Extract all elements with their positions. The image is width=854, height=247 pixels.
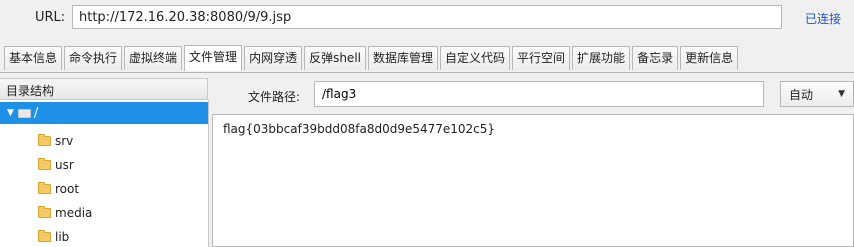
drive-icon	[17, 108, 31, 118]
tab-command-exec[interactable]: 命令执行	[64, 46, 123, 70]
tab-reverse-shell[interactable]: 反弹shell	[304, 46, 366, 70]
url-bar: URL: 已连接	[0, 0, 854, 38]
tree-header: 目录结构	[0, 78, 208, 100]
tab-intranet-tunnel[interactable]: 内网穿透	[244, 46, 303, 70]
folder-icon	[38, 182, 51, 194]
folder-icon	[38, 230, 51, 242]
tree-root-item[interactable]: ▼ /	[0, 102, 208, 124]
tab-parallel-space[interactable]: 平行空间	[512, 46, 571, 70]
tree-item-media[interactable]: media	[38, 204, 92, 222]
folder-icon	[38, 206, 51, 218]
file-path-input[interactable]	[314, 81, 764, 107]
directory-tree: ▼ / srv usr root media lib	[0, 100, 209, 247]
tree-item-usr[interactable]: usr	[38, 156, 74, 174]
tree-item-srv[interactable]: srv	[38, 132, 73, 150]
tree-item-label: usr	[55, 158, 74, 172]
tree-item-lib[interactable]: lib	[38, 228, 69, 246]
tab-file-manager[interactable]: 文件管理	[184, 45, 243, 71]
tab-basic-info[interactable]: 基本信息	[4, 46, 63, 70]
connection-status: 已连接	[805, 12, 842, 26]
tree-item-label: media	[55, 206, 93, 220]
url-input[interactable]	[72, 5, 782, 29]
encoding-selected-value: 自动	[789, 87, 814, 102]
tree-root-label: /	[33, 105, 39, 121]
tab-update-info[interactable]: 更新信息	[680, 46, 739, 70]
tab-database-manager[interactable]: 数据库管理	[368, 46, 439, 70]
folder-icon	[38, 134, 51, 146]
tab-memo[interactable]: 备忘录	[632, 46, 679, 70]
expand-triangle-icon[interactable]: ▼	[7, 108, 14, 118]
tree-item-label: root	[55, 182, 80, 196]
tab-virtual-terminal[interactable]: 虚拟终端	[124, 46, 183, 70]
tab-bar: 基本信息 命令执行 虚拟终端 文件管理 内网穿透 反弹shell 数据库管理 自…	[0, 44, 854, 73]
file-path-label: 文件路径:	[248, 90, 301, 104]
chevron-down-icon: ▼	[838, 89, 845, 99]
encoding-select[interactable]: 自动 ▼	[780, 81, 854, 107]
url-label: URL:	[35, 10, 66, 25]
tree-item-label: lib	[55, 230, 70, 244]
folder-icon	[38, 158, 51, 170]
tab-extensions[interactable]: 扩展功能	[572, 46, 631, 70]
tree-item-label: srv	[55, 134, 74, 148]
tab-custom-code[interactable]: 自定义代码	[440, 46, 511, 70]
tree-item-root[interactable]: root	[38, 180, 79, 198]
file-content-area[interactable]: flag{03bbcaf39bdd08fa8d0d9e5477e102c5}	[212, 114, 854, 247]
